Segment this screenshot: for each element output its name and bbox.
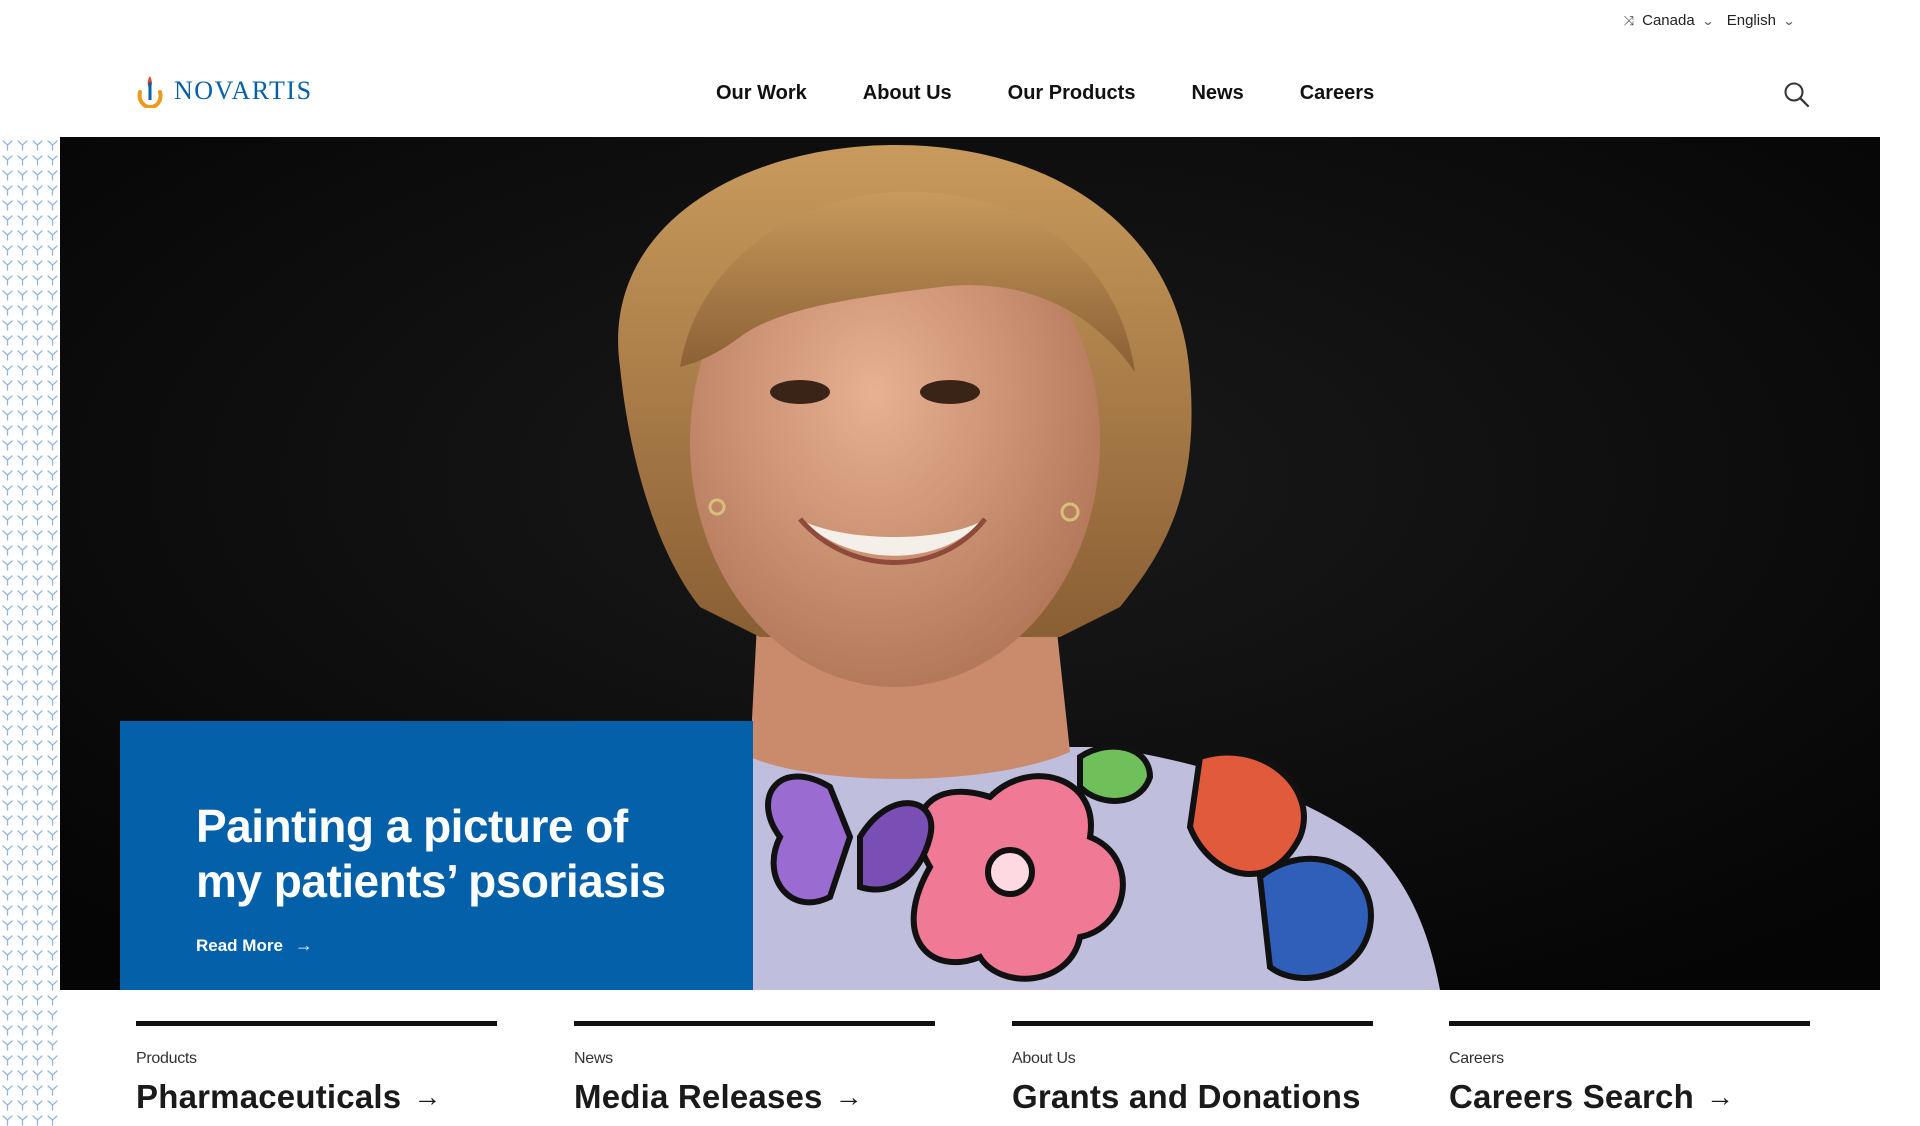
card-title-text: Media Releases bbox=[574, 1078, 823, 1115]
novartis-logo[interactable]: NOVARTIS bbox=[136, 74, 313, 108]
card-title: Careers Search → bbox=[1449, 1078, 1810, 1116]
quicklink-card-careers-search[interactable]: Careers Careers Search → bbox=[1449, 1021, 1810, 1116]
hero-promo-card: Painting a picture of my patients’ psori… bbox=[120, 721, 753, 990]
card-title-text: Careers Search bbox=[1449, 1078, 1694, 1115]
novartis-flame-icon bbox=[137, 76, 163, 108]
card-title: Grants and Donations bbox=[1012, 1078, 1373, 1116]
nav-our-work[interactable]: Our Work bbox=[716, 82, 807, 105]
chevron-down-icon: ⌄ bbox=[1701, 13, 1715, 28]
language-label: English bbox=[1726, 12, 1776, 29]
hero-title: Painting a picture of my patients’ psori… bbox=[196, 799, 677, 909]
card-category: Products bbox=[136, 1050, 197, 1067]
card-category: News bbox=[574, 1050, 613, 1067]
switch-arrows-icon: ⤨ bbox=[1623, 12, 1635, 28]
card-title-text: Pharmaceuticals bbox=[136, 1078, 402, 1115]
arrow-right-icon: → bbox=[834, 1081, 863, 1112]
hero-title-line-2: my patients’ psoriasis bbox=[196, 855, 666, 907]
quicklink-card-pharmaceuticals[interactable]: Products Pharmaceuticals → bbox=[136, 1021, 497, 1116]
country-label: Canada bbox=[1642, 12, 1695, 29]
language-selector[interactable]: English ⌄ bbox=[1726, 12, 1796, 29]
card-title: Media Releases → bbox=[574, 1078, 935, 1116]
quicklink-card-media-releases[interactable]: News Media Releases → bbox=[574, 1021, 935, 1116]
chevron-down-icon: ⌄ bbox=[1782, 13, 1796, 28]
arrow-right-icon: → bbox=[1705, 1081, 1735, 1112]
nav-news[interactable]: News bbox=[1191, 82, 1243, 105]
card-category: About Us bbox=[1012, 1050, 1076, 1067]
nav-about-us[interactable]: About Us bbox=[863, 82, 952, 105]
hero-carousel: Painting a picture of my patients’ psori… bbox=[60, 137, 1880, 990]
search-icon[interactable] bbox=[1782, 80, 1812, 110]
card-title-text: Grants and Donations bbox=[1012, 1078, 1361, 1115]
read-more-label: Read More bbox=[196, 935, 283, 955]
arrow-right-icon: → bbox=[294, 935, 313, 955]
nav-careers[interactable]: Careers bbox=[1300, 82, 1375, 105]
decorative-pattern bbox=[0, 137, 60, 1126]
quicklink-card-grants-donations[interactable]: About Us Grants and Donations bbox=[1012, 1021, 1373, 1116]
page: ⤨ Canada ⌄ English ⌄ NOVARTIS Our Work A… bbox=[0, 0, 1920, 1126]
card-category: Careers bbox=[1449, 1050, 1504, 1067]
utility-bar: ⤨ Canada ⌄ English ⌄ bbox=[1623, 12, 1796, 29]
hero-title-line-1: Painting a picture of bbox=[196, 800, 628, 852]
arrow-right-icon: → bbox=[413, 1081, 442, 1112]
read-more-link[interactable]: Read More → bbox=[196, 935, 677, 956]
nav-our-products[interactable]: Our Products bbox=[1008, 82, 1136, 105]
country-selector[interactable]: ⤨ Canada ⌄ bbox=[1623, 12, 1715, 29]
card-title: Pharmaceuticals → bbox=[136, 1078, 497, 1116]
logo-text: NOVARTIS bbox=[174, 76, 313, 105]
main-navigation: Our Work About Us Our Products News Care… bbox=[716, 82, 1374, 105]
